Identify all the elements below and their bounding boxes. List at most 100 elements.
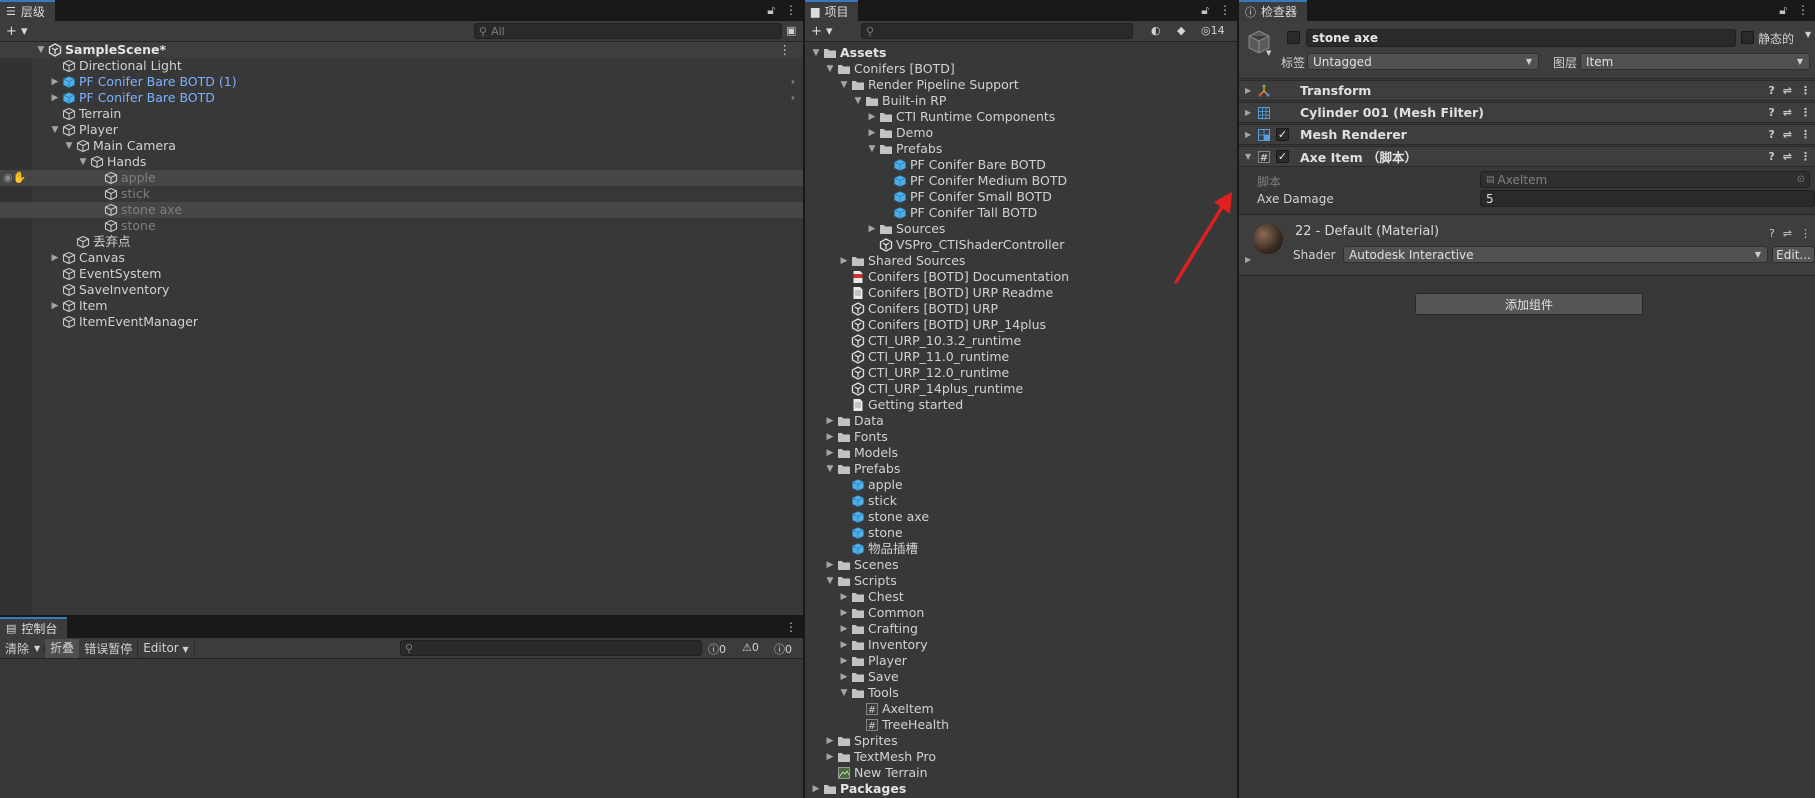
expanded-arrow-icon[interactable]: ▼ <box>811 45 821 61</box>
project-row[interactable]: ▶ Data <box>805 413 1237 429</box>
kebab-menu-icon[interactable]: ⋮ <box>1797 3 1809 18</box>
hierarchy-row[interactable]: ▼ Player <box>0 122 803 138</box>
tag-dropdown[interactable]: Untagged <box>1307 53 1539 70</box>
active-checkbox[interactable] <box>1287 31 1300 44</box>
hidden-packages-toggle[interactable]: ◎14 <box>1201 24 1225 37</box>
presets-icon[interactable]: ⇌ <box>1783 84 1792 97</box>
collapsed-arrow-icon[interactable]: ▶ <box>811 781 821 797</box>
shader-dropdown[interactable]: Autodesk Interactive <box>1343 246 1768 263</box>
project-row[interactable]: 物品插槽 <box>805 541 1237 557</box>
tab-hierarchy[interactable]: ☰ 层级 <box>0 0 55 21</box>
add-component-button[interactable]: 添加组件 <box>1415 293 1643 315</box>
project-row[interactable]: ▶ Save <box>805 669 1237 685</box>
project-row[interactable]: ▶ Crafting <box>805 621 1237 637</box>
collapsed-arrow-icon[interactable]: ▶ <box>825 429 835 445</box>
project-row[interactable]: ▶ Models <box>805 445 1237 461</box>
collapsed-arrow-icon[interactable]: ▶ <box>1245 86 1251 95</box>
tab-console[interactable]: ▤ 控制台 <box>0 617 68 638</box>
expanded-arrow-icon[interactable]: ▼ <box>825 61 835 77</box>
project-row[interactable]: stone <box>805 525 1237 541</box>
hierarchy-row[interactable]: stone axe <box>0 202 803 218</box>
add-button[interactable]: + ▾ <box>6 24 28 39</box>
project-row[interactable]: ▼ Conifers [BOTD] <box>805 61 1237 77</box>
material-preview-thumbnail[interactable] <box>1253 224 1283 254</box>
project-row[interactable]: ▼ Scripts <box>805 573 1237 589</box>
expanded-arrow-icon[interactable]: ▼ <box>78 154 88 170</box>
collapsed-arrow-icon[interactable]: ▶ <box>825 749 835 765</box>
component-enabled-checkbox[interactable]: ✓ <box>1276 150 1289 163</box>
project-row[interactable]: Conifers [BOTD] URP <box>805 301 1237 317</box>
project-search-input[interactable]: ⚲ <box>861 23 1133 39</box>
lock-icon[interactable]: 🔓︎ <box>1779 3 1787 18</box>
presets-icon[interactable]: ⇌ <box>1783 106 1792 119</box>
static-dropdown-icon[interactable]: ▼ <box>1805 30 1811 39</box>
component-header[interactable]: ▼ # ✓ Axe Item （脚本）? ⇌ ⋮ <box>1239 146 1815 167</box>
tab-project[interactable]: ▆ 项目 <box>805 0 859 21</box>
prefab-open-arrow-icon[interactable]: › <box>791 90 795 106</box>
lock-icon[interactable]: 🔓︎ <box>1201 3 1209 18</box>
hierarchy-row[interactable]: ▼ SampleScene* ⋮ <box>0 42 803 58</box>
hierarchy-search-input[interactable]: ⚲ All <box>474 23 782 39</box>
clear-dropdown-icon[interactable]: ▼ <box>34 643 46 653</box>
help-icon[interactable]: ? <box>1769 227 1775 240</box>
hierarchy-row[interactable]: ▶ Item <box>0 298 803 314</box>
expanded-arrow-icon[interactable]: ▼ <box>50 122 60 138</box>
collapsed-arrow-icon[interactable]: ▶ <box>867 221 877 237</box>
expanded-arrow-icon[interactable]: ▼ <box>867 141 877 157</box>
axe-damage-input[interactable]: 5 <box>1480 190 1815 207</box>
component-header[interactable]: ▶ Transform? ⇌ ⋮ <box>1239 80 1815 101</box>
help-icon[interactable]: ? <box>1768 106 1774 119</box>
project-row[interactable]: ▼ Assets <box>805 45 1237 61</box>
warning-count-button[interactable]: ⚠0 <box>742 641 759 654</box>
collapsed-arrow-icon[interactable]: ▶ <box>867 109 877 125</box>
error-count-button[interactable]: ⓘ0 <box>774 641 792 657</box>
collapsed-arrow-icon[interactable]: ▶ <box>1245 108 1251 117</box>
help-icon[interactable]: ? <box>1768 84 1774 97</box>
search-by-type-icon[interactable]: ◐ <box>1151 24 1161 37</box>
project-row[interactable]: ▶ Common <box>805 605 1237 621</box>
project-row[interactable]: CTI_URP_14plus_runtime <box>805 381 1237 397</box>
collapse-button[interactable]: 折叠 <box>45 638 80 658</box>
project-row[interactable]: stone axe <box>805 509 1237 525</box>
static-checkbox[interactable] <box>1741 31 1754 44</box>
kebab-menu-icon[interactable]: ⋮ <box>1800 128 1811 141</box>
expanded-arrow-icon[interactable]: ▼ <box>853 93 863 109</box>
kebab-menu-icon[interactable]: ⋮ <box>1800 227 1811 240</box>
project-row[interactable]: ▶ Demo <box>805 125 1237 141</box>
component-enabled-checkbox[interactable]: ✓ <box>1276 128 1289 141</box>
collapsed-arrow-icon[interactable]: ▶ <box>50 250 60 266</box>
project-row[interactable]: ▶ Sprites <box>805 733 1237 749</box>
project-row[interactable]: # TreeHealth <box>805 717 1237 733</box>
collapsed-arrow-icon[interactable]: ▶ <box>50 90 60 106</box>
project-row[interactable]: PF Conifer Bare BOTD <box>805 157 1237 173</box>
collapsed-arrow-icon[interactable]: ▶ <box>50 298 60 314</box>
hierarchy-row[interactable]: ▶ PF Conifer Bare BOTD (1) › <box>0 74 803 90</box>
collapsed-arrow-icon[interactable]: ▶ <box>839 621 849 637</box>
project-row[interactable]: ▶ Scenes <box>805 557 1237 573</box>
help-icon[interactable]: ? <box>1768 128 1774 141</box>
project-row[interactable]: Getting started <box>805 397 1237 413</box>
project-row[interactable]: PF Conifer Medium BOTD <box>805 173 1237 189</box>
hierarchy-row[interactable]: SaveInventory <box>0 282 803 298</box>
project-row[interactable]: stick <box>805 493 1237 509</box>
project-row[interactable]: Conifers [BOTD] URP_14plus <box>805 317 1237 333</box>
layer-dropdown[interactable]: Item <box>1580 53 1810 70</box>
hierarchy-row[interactable]: 丢弃点 <box>0 234 803 250</box>
project-row[interactable]: ▶ TextMesh Pro <box>805 749 1237 765</box>
collapsed-arrow-icon[interactable]: ▶ <box>825 557 835 573</box>
hierarchy-row[interactable]: stone <box>0 218 803 234</box>
expanded-arrow-icon[interactable]: ▼ <box>839 77 849 93</box>
project-row[interactable]: ▶ Fonts <box>805 429 1237 445</box>
project-row[interactable]: ▶ Player <box>805 653 1237 669</box>
info-count-button[interactable]: ⓘ0 <box>708 641 726 657</box>
hierarchy-row[interactable]: stick <box>0 186 803 202</box>
console-search-input[interactable]: ⚲ <box>400 640 702 656</box>
project-row[interactable]: ▼ Tools <box>805 685 1237 701</box>
hierarchy-row[interactable]: EventSystem <box>0 266 803 282</box>
hierarchy-row[interactable]: ▼ Hands <box>0 154 803 170</box>
editor-dropdown[interactable]: Editor ▼ <box>138 641 195 655</box>
presets-icon[interactable]: ⇌ <box>1783 150 1792 163</box>
prefab-open-arrow-icon[interactable]: › <box>791 74 795 90</box>
project-row[interactable]: ▶ Packages <box>805 781 1237 797</box>
collapsed-arrow-icon[interactable]: ▶ <box>867 125 877 141</box>
